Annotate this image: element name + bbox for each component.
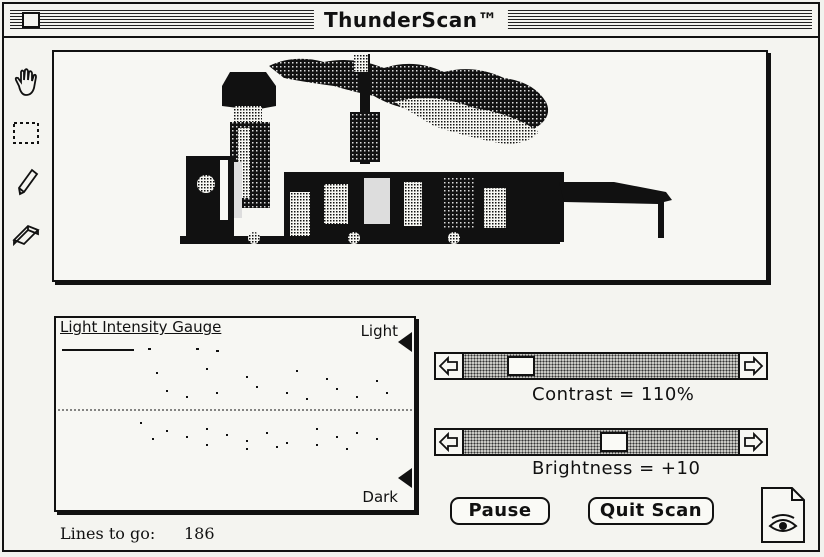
brightness-right-arrow-icon[interactable] (740, 430, 766, 454)
gauge-plot (58, 332, 412, 488)
gauge-light-label: Light (360, 322, 398, 340)
close-box[interactable] (22, 12, 40, 28)
marquee-select-icon[interactable] (10, 116, 42, 148)
brightness-slider[interactable] (434, 428, 768, 456)
gauge-title: Light Intensity Gauge (60, 318, 222, 336)
brightness-label: Brightness = +10 (532, 458, 701, 479)
light-intensity-gauge: Light Intensity Gauge Light Dark (54, 316, 416, 512)
contrast-thumb[interactable] (507, 356, 535, 376)
eraser-icon[interactable] (10, 216, 42, 248)
scanned-train-image (180, 54, 672, 244)
hand-icon[interactable] (10, 66, 42, 98)
dark-threshold-marker (398, 468, 412, 488)
quit-scan-button[interactable]: Quit Scan (588, 497, 714, 525)
title-bar[interactable]: ThunderScan™ (4, 4, 818, 38)
gauge-dark-label: Dark (362, 488, 398, 506)
light-threshold-marker (398, 332, 412, 352)
eye-document-icon[interactable] (760, 486, 806, 544)
contrast-left-arrow-icon[interactable] (436, 354, 462, 378)
brightness-thumb[interactable] (599, 432, 628, 452)
lines-to-go-value: 186 (184, 524, 215, 543)
contrast-right-arrow-icon[interactable] (740, 354, 766, 378)
pencil-icon[interactable] (10, 166, 42, 198)
brightness-left-arrow-icon[interactable] (436, 430, 462, 454)
window-title: ThunderScan™ (313, 9, 509, 31)
contrast-slider[interactable] (434, 352, 768, 380)
scan-canvas[interactable] (52, 50, 768, 282)
contrast-label: Contrast = 110% (532, 384, 695, 405)
contrast-track[interactable] (462, 354, 740, 378)
lines-to-go-label: Lines to go: (60, 524, 156, 543)
gauge-samples (140, 348, 388, 450)
pause-button[interactable]: Pause (450, 497, 550, 525)
